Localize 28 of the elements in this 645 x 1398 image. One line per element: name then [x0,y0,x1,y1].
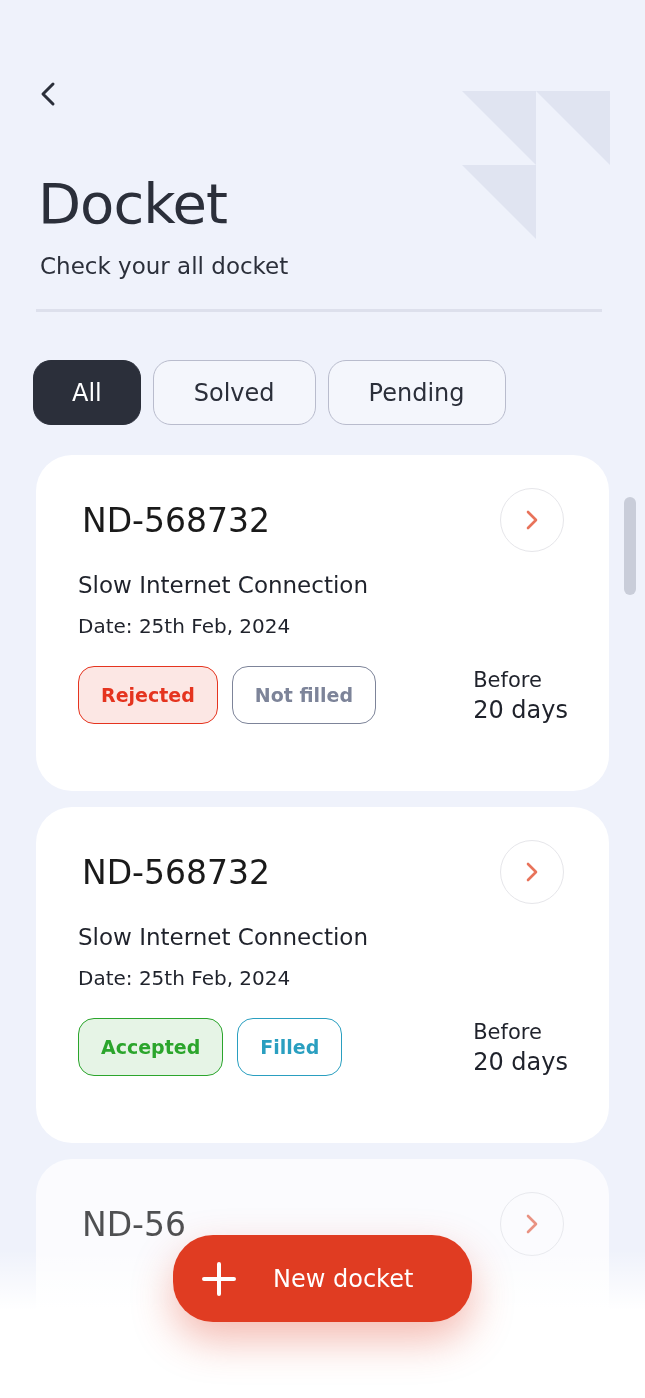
docket-date: Date: 25th Feb, 2024 [78,614,292,638]
filter-tab[interactable]: Pending [327,360,506,425]
docket-id: ND-568732 [82,500,270,540]
status-tag: Accepted [78,1018,224,1076]
docket-date: Date: 25th Feb, 2024 [78,966,292,990]
page-subtitle: Check your all docket [40,253,290,279]
docket-card[interactable]: ND-568732 Slow Internet Connection Date: 25th Feb, 2024 Rejected Not filled Before 20 days [36,455,609,791]
docket-card[interactable]: ND-568732 Slow Internet Connection Date: 25th Feb, 2024 Accepted Filled Before 20 days [36,807,609,1143]
scrollbar[interactable] [624,497,636,595]
due-value: 20 days [473,1048,568,1076]
status-tag: Filled [237,1018,343,1076]
new-docket-button[interactable]: New docket [173,1235,472,1322]
status-tag: Not filled [231,666,376,724]
docket-title: Slow Internet Connection [78,924,369,950]
due-label: Before [473,668,543,692]
filter-tab[interactable]: All [33,360,141,425]
status-tag: Rejected [78,666,218,724]
docket-title: Slow Internet Connection [78,572,369,598]
page-title: Docket [38,170,228,238]
back-icon[interactable] [39,81,57,107]
chevron-icon [525,861,539,883]
due-label: Before [473,1020,543,1044]
chevron-icon [525,509,539,531]
chevron-icon [525,1213,539,1235]
plus-icon [201,1260,237,1297]
filter-tab[interactable]: Solved [152,360,316,425]
docket-id: ND-568732 [82,852,270,892]
due-value: 20 days [473,696,568,724]
